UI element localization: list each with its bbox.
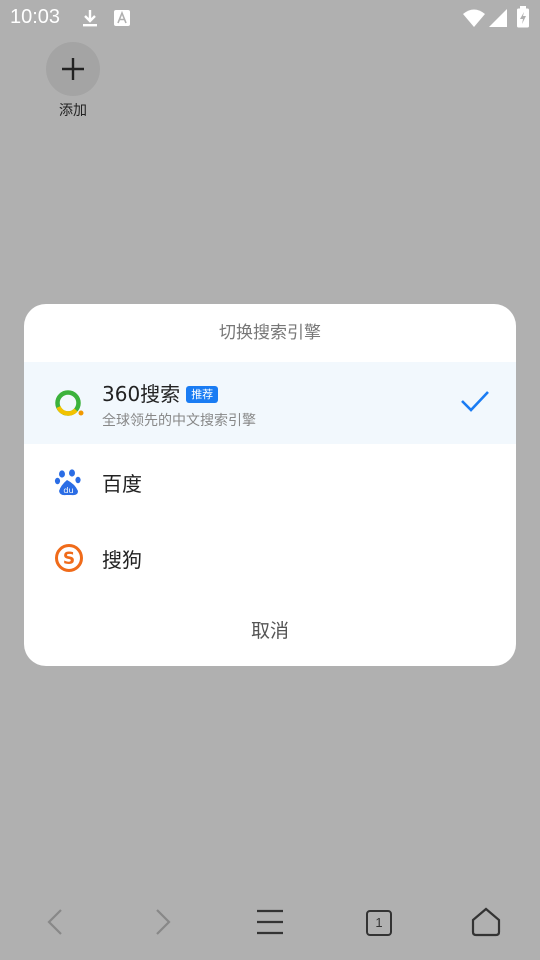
engine-name-baidu: 百度: [102, 472, 142, 496]
home-icon: [471, 907, 501, 937]
back-button[interactable]: [36, 902, 76, 942]
plus-icon: [62, 58, 84, 80]
recommended-badge: 推荐: [186, 386, 219, 403]
sogou-logo-icon: S: [55, 544, 83, 572]
dialog-title: 切换搜索引擎: [219, 323, 321, 343]
cancel-button[interactable]: 取消: [24, 596, 516, 666]
engine-option-baidu[interactable]: du 百度: [24, 444, 516, 520]
status-time: 10:03: [10, 6, 61, 28]
360-search-logo-icon: [55, 390, 84, 416]
menu-button[interactable]: [250, 902, 290, 942]
text-notification-icon: [114, 10, 130, 26]
engine-name-text: 360搜索: [102, 382, 181, 406]
add-shortcut[interactable]: 添加: [46, 42, 100, 120]
menu-icon: [257, 909, 283, 935]
chevron-right-icon: [156, 909, 171, 935]
battery-charging-icon: [517, 6, 529, 28]
svg-text:S: S: [63, 549, 75, 569]
checkmark-icon: [461, 391, 489, 412]
search-engine-dialog: 切换搜索引擎 360搜索 推荐 全球领先的中文搜索引擎 du 百度 S 搜狗 取…: [24, 304, 516, 666]
home-button[interactable]: [466, 902, 506, 942]
engine-option-sogou[interactable]: S 搜狗: [24, 520, 516, 596]
engine-name-360: 360搜索 推荐: [102, 378, 219, 407]
cell-signal-icon: [489, 9, 507, 27]
engine-option-360[interactable]: 360搜索 推荐 全球领先的中文搜索引擎: [24, 362, 516, 444]
download-icon: [83, 10, 97, 27]
engine-name-sogou: 搜狗: [102, 548, 142, 572]
tab-count: 1: [366, 910, 392, 936]
tabs-button[interactable]: 1: [358, 902, 398, 942]
engine-description-360: 全球领先的中文搜索引擎: [102, 413, 256, 429]
wifi-icon: [463, 9, 485, 27]
baidu-paw-icon: du: [54, 469, 81, 496]
add-label: 添加: [59, 103, 87, 119]
add-button[interactable]: [46, 42, 100, 96]
svg-text:du: du: [63, 486, 73, 495]
forward-button[interactable]: [142, 902, 182, 942]
status-bar: 10:03: [0, 0, 540, 36]
chevron-left-icon: [47, 909, 62, 935]
bottom-nav: 1: [0, 886, 540, 960]
